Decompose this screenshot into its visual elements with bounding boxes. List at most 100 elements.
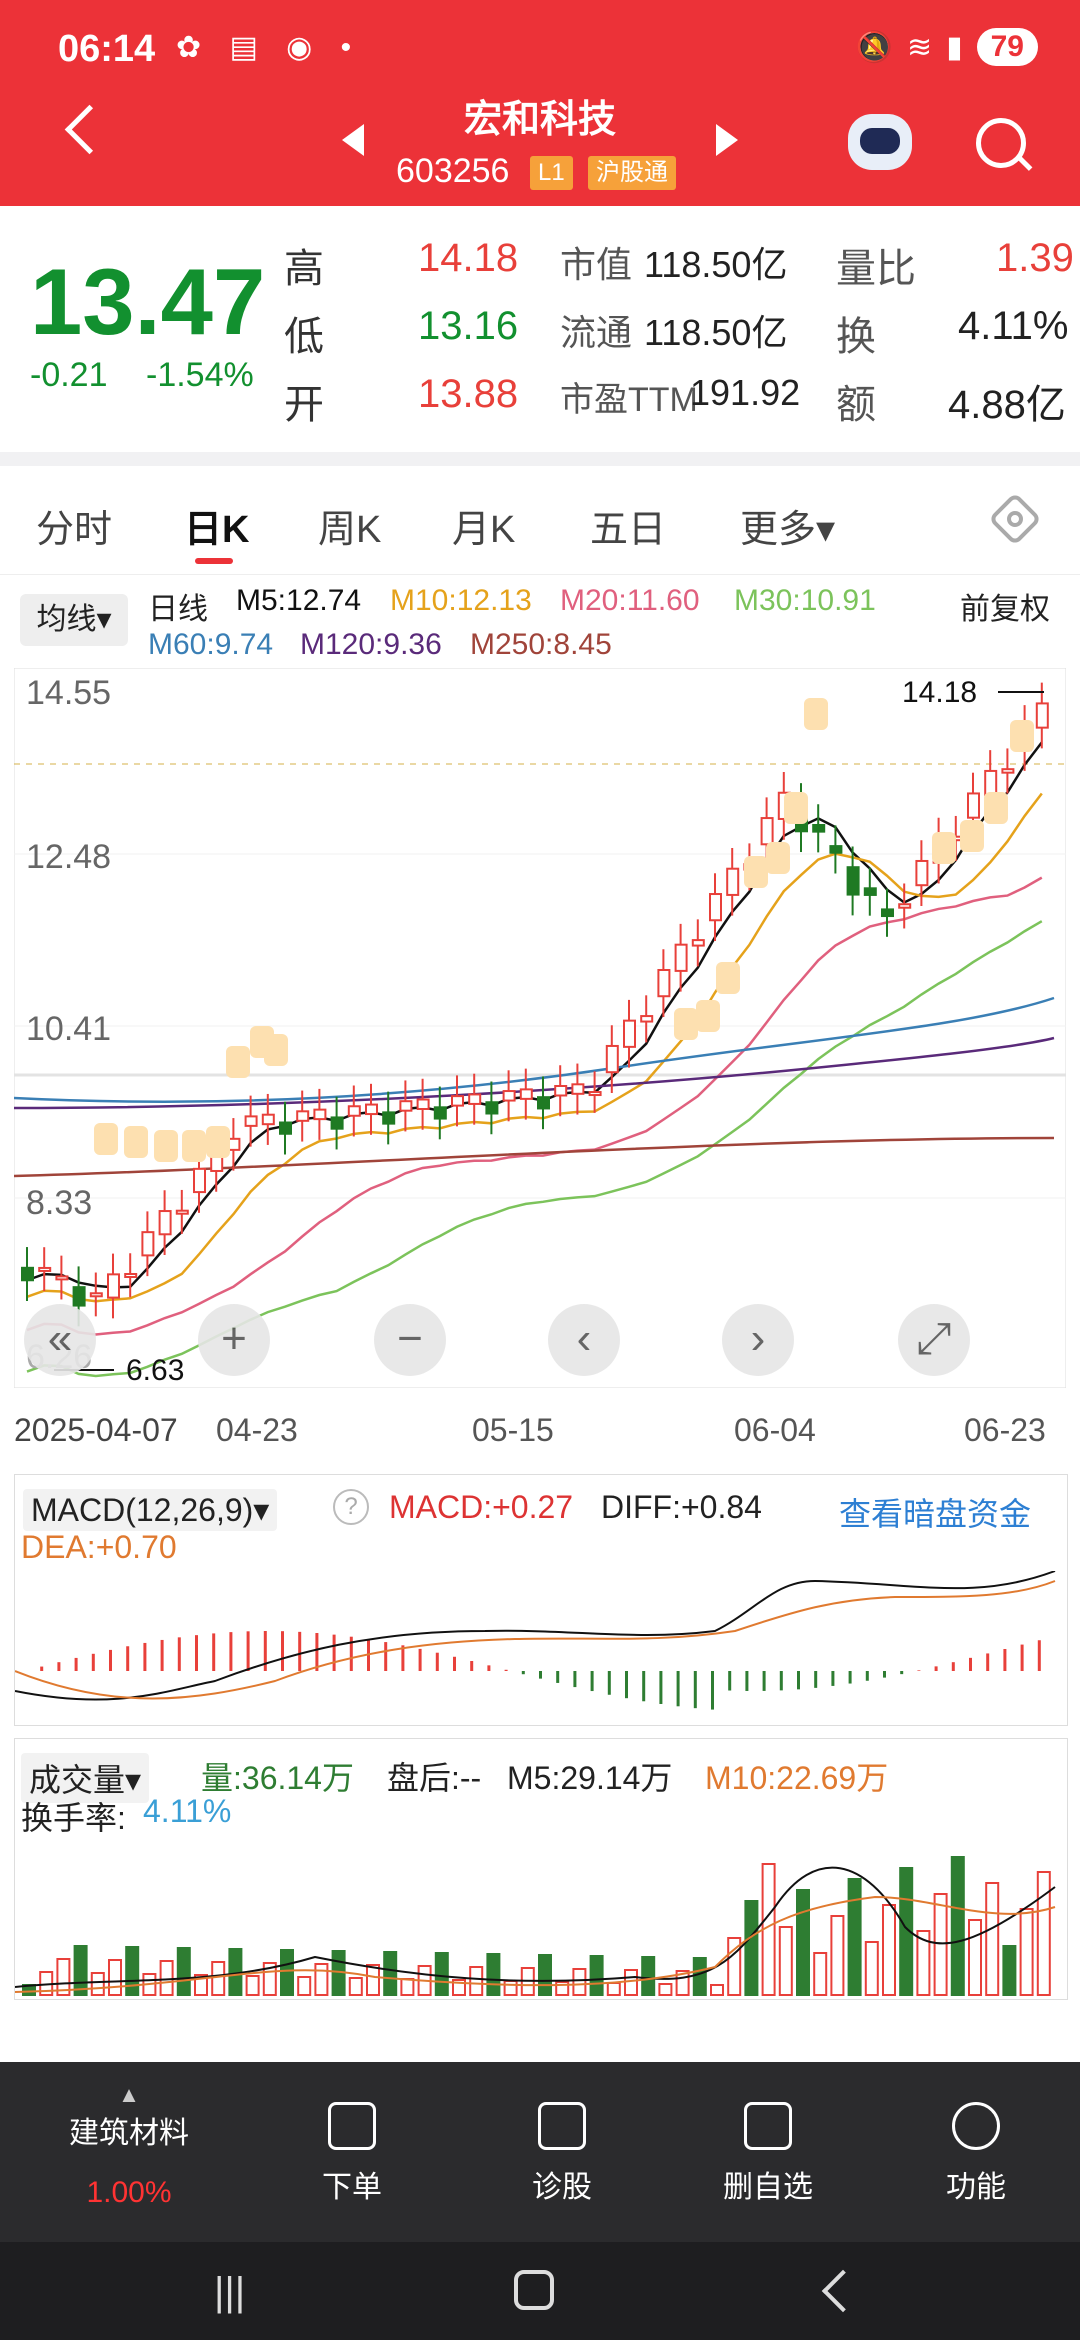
macd-bar [332, 1634, 336, 1671]
macd-bar [143, 1642, 147, 1671]
volume-bar [314, 1963, 329, 1996]
level-tag: L1 [530, 156, 573, 190]
date-axis: 2025-04-07 04-23 05-15 06-04 06-23 [0, 1406, 1080, 1456]
volume-bar [830, 1915, 845, 1996]
signal-badge [696, 1000, 720, 1032]
help-icon[interactable]: ? [333, 1489, 369, 1525]
macd-bar [315, 1633, 319, 1671]
macd-value: MACD:+0.27 [389, 1489, 574, 1525]
tab-monthly-k[interactable]: 月K [452, 498, 515, 553]
rewind-button[interactable]: « [24, 1304, 96, 1376]
tab-five-day[interactable]: 五日 [590, 498, 666, 553]
float-label: 流通 [560, 312, 633, 353]
volume-panel: 成交量▾ 量:36.14万 盘后:-- M5:29.14万 M10:22.69万… [14, 1738, 1068, 2000]
candle-body [519, 1088, 533, 1100]
system-back-icon[interactable] [821, 2269, 865, 2313]
signal-badge [766, 842, 790, 874]
ma10-value: M10:12.13 [390, 584, 532, 617]
recent-apps-icon[interactable]: ||| [214, 2270, 245, 2315]
ma60-value: M60:9.74 [148, 628, 274, 661]
volume-bar [692, 1957, 707, 1996]
battery-indicator: 79 [976, 28, 1038, 66]
candle-body [726, 867, 740, 896]
pe-label: 市盈TTM [560, 381, 698, 419]
remove-watchlist-button[interactable]: 删自选 [698, 2102, 838, 2206]
tab-more[interactable]: 更多▾ [740, 498, 835, 553]
macd-bar [298, 1631, 302, 1671]
macd-bar [711, 1671, 714, 1710]
candle-body [1001, 768, 1015, 774]
volume-bar [348, 1977, 363, 1996]
stock-name: 宏和科技 [463, 99, 616, 141]
tab-intraday[interactable]: 分时 [36, 498, 112, 553]
signal-badge [154, 1130, 178, 1162]
signal-badge [960, 820, 984, 852]
wifi-icon: ≋ [906, 30, 933, 64]
zoom-in-button[interactable]: + [198, 1304, 270, 1376]
order-label: 下单 [322, 2171, 382, 2204]
candle-body [863, 887, 877, 896]
content-tabs-peek [0, 2010, 1080, 2062]
ma-toggle-button[interactable]: 均线▾ [20, 594, 128, 646]
date-tick-4: 06-04 [734, 1412, 816, 1448]
search-icon[interactable] [976, 118, 1026, 168]
volume-ratio-label: 量比 [836, 247, 916, 291]
float-value: 118.50亿 [644, 312, 788, 353]
candle-body [812, 823, 826, 833]
date-tick-3: 05-15 [472, 1412, 554, 1448]
ma30-value: M30:10.91 [734, 584, 876, 617]
chart-settings-icon[interactable] [988, 492, 1042, 546]
volume-bar [641, 1956, 656, 1996]
order-button[interactable]: 下单 [282, 2102, 422, 2206]
macd-bar [126, 1646, 130, 1671]
candle-body [451, 1095, 464, 1107]
candle-body [124, 1272, 138, 1278]
volume-bar [968, 1919, 982, 1996]
macd-bar [934, 1666, 938, 1671]
hidden-funds-link[interactable]: 查看暗盘资金 [839, 1489, 1031, 1535]
low-label: 低 [284, 315, 324, 359]
status-icons: ✿ ▤ ◉ • [176, 31, 362, 64]
scroll-right-button[interactable]: › [722, 1304, 794, 1376]
volume-bar [796, 1889, 810, 1996]
macd-selector[interactable]: MACD(12,26,9)▾ [23, 1489, 278, 1531]
assistant-robot-icon[interactable] [848, 114, 912, 170]
candle-body [898, 903, 912, 909]
volume-bar [1002, 1945, 1017, 1996]
volume-bar [434, 1952, 449, 1996]
volume-bar [882, 1904, 896, 1996]
next-stock-icon[interactable] [716, 124, 738, 156]
order-icon [328, 2102, 376, 2150]
tab-weekly-k[interactable]: 周K [318, 498, 381, 553]
macd-bar [521, 1671, 525, 1675]
pe-value: 191.92 [690, 372, 801, 413]
candle-body [433, 1106, 447, 1120]
home-icon[interactable] [514, 2270, 554, 2310]
macd-bar [74, 1657, 78, 1671]
zoom-out-button[interactable]: − [374, 1304, 446, 1376]
macd-bar [539, 1671, 542, 1679]
status-time: 06:14 [58, 28, 156, 70]
ma-period: 日线 [148, 593, 208, 626]
status-right: 🔕 ≋ ▮ 79 [856, 28, 1038, 66]
dea-value: DEA:+0.70 [21, 1529, 177, 1565]
macd-bar [883, 1671, 886, 1678]
volume-bar [933, 1893, 948, 1996]
macd-bar [762, 1671, 766, 1691]
tab-daily-k[interactable]: 日K [184, 498, 249, 553]
adjust-button[interactable]: 前复权 [960, 584, 1050, 628]
candle-body [502, 1090, 516, 1102]
sector-info[interactable]: ▲ 建筑材料 1.00% [64, 2082, 194, 2210]
price-change-pct: -1.54% [146, 356, 254, 394]
candle-body [21, 1266, 34, 1282]
volume-bar [503, 1980, 518, 1996]
diagnose-button[interactable]: 诊股 [492, 2102, 632, 2206]
macd-bar [831, 1671, 835, 1686]
scroll-left-button[interactable]: ‹ [548, 1304, 620, 1376]
fullscreen-button[interactable]: ⤢ [898, 1304, 970, 1376]
function-button[interactable]: 功能 [906, 2102, 1046, 2206]
kline-chart[interactable]: 14.55 12.48 10.41 8.33 6.26 14.18 6.63 [14, 668, 1066, 1388]
volume-bar [1019, 1908, 1034, 1996]
macd-bar [659, 1671, 663, 1704]
candle-body [72, 1286, 86, 1307]
